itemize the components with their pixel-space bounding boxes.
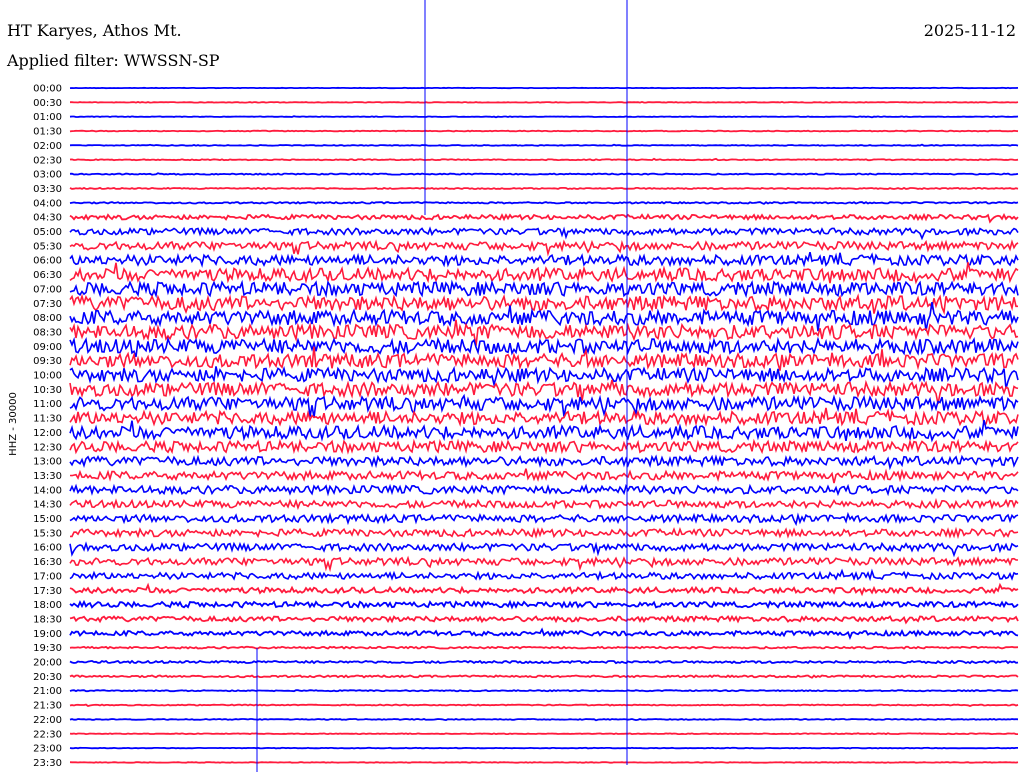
- trace-row-0930: [69, 346, 1019, 371]
- trace-row-2300: [69, 746, 1018, 750]
- tick-label: 13:00: [33, 457, 62, 468]
- helicorder-plot: 00:00 00:30 01:00 01:30 02:00 02:30 03:00 03:30…: [8, 0, 1019, 772]
- tick-label: 08:00: [33, 313, 62, 324]
- trace-row-1230: [69, 438, 1019, 455]
- trace-row-0530: [69, 239, 1019, 257]
- tick-label: 12:30: [33, 442, 62, 453]
- tick-label: 17:30: [33, 586, 62, 597]
- tick-label: 01:30: [33, 127, 62, 138]
- tick-label: 07:30: [33, 299, 62, 310]
- tick-label: 05:00: [33, 227, 62, 238]
- trace-row-0130: [69, 129, 1019, 133]
- trace-row-1900: [69, 627, 1019, 641]
- tick-label: 15:00: [33, 514, 62, 525]
- trace-row-1600: [69, 541, 1019, 558]
- trace-row-0630: [69, 262, 1019, 285]
- trace-row-0230: [69, 157, 1019, 162]
- trace-row-1400: [69, 483, 1019, 497]
- tick-label: 18:30: [33, 614, 62, 625]
- trace-row-1300: [69, 454, 1019, 471]
- trace-row-0030: [70, 100, 1019, 104]
- time-tick-labels: 00:00 00:30 01:00 01:30 02:00 02:30 03:00 03:30…: [33, 84, 62, 769]
- trace-row-0330: [69, 186, 1019, 190]
- tick-label: 10:00: [33, 371, 62, 382]
- tick-label: 22:30: [33, 729, 62, 740]
- trace-row-1800: [69, 599, 1019, 610]
- trace-layer: [69, 0, 1019, 772]
- tick-label: 06:00: [33, 256, 62, 267]
- trace-row-2000: [69, 659, 1019, 665]
- trace-row-1930: [69, 645, 1019, 650]
- trace-row-1430: [69, 497, 1019, 511]
- trace-row-0700: [69, 279, 1019, 299]
- trace-row-2130: [69, 703, 1019, 707]
- tick-label: 04:30: [33, 213, 62, 224]
- tick-label: 13:30: [33, 471, 62, 482]
- tick-label: 04:00: [33, 198, 62, 209]
- tick-label: 12:00: [33, 428, 62, 439]
- tick-label: 21:00: [33, 686, 62, 697]
- tick-label: 17:00: [33, 571, 62, 582]
- trace-row-1730: [69, 582, 1019, 597]
- tick-label: 21:30: [33, 701, 62, 712]
- tick-label: 03:30: [33, 184, 62, 195]
- trace-row-2100: [69, 689, 1019, 693]
- trace-row-1200: [69, 419, 1019, 443]
- tick-label: 00:00: [33, 84, 62, 95]
- trace-row-1830: [69, 614, 1019, 625]
- trace-row-0500: [69, 226, 1019, 241]
- tick-label: 06:30: [33, 270, 62, 281]
- tick-label: 19:00: [33, 629, 62, 640]
- tick-label: 18:00: [33, 600, 62, 611]
- tick-label: 14:30: [33, 500, 62, 511]
- tick-label: 16:30: [33, 557, 62, 568]
- trace-row-1500: [69, 511, 1019, 527]
- tick-label: 03:00: [33, 170, 62, 181]
- y-axis-label: HHZ - 30000: [8, 392, 19, 456]
- tick-label: 23:30: [33, 758, 62, 769]
- trace-row-0400: [69, 201, 1019, 205]
- trace-row-0430: [69, 212, 1019, 224]
- trace-row-1330: [69, 468, 1019, 484]
- tick-label: 09:00: [33, 342, 62, 353]
- trace-row-1130: [69, 407, 1019, 427]
- tick-label: 14:00: [33, 485, 62, 496]
- trace-row-1530: [70, 526, 1019, 540]
- tick-label: 02:00: [33, 141, 62, 152]
- trace-row-2030: [69, 674, 1019, 679]
- trace-row-0600: [69, 252, 1019, 268]
- trace-row-1630: [69, 555, 1019, 573]
- tick-label: 11:30: [33, 414, 62, 425]
- trace-row-2200: [69, 718, 1019, 722]
- trace-row-2230: [69, 732, 1018, 736]
- tick-label: 20:00: [33, 658, 62, 669]
- tick-label: 09:30: [33, 356, 62, 367]
- tick-label: 22:00: [33, 715, 62, 726]
- tick-label: 19:30: [33, 643, 62, 654]
- tick-label: 16:00: [33, 543, 62, 554]
- trace-row-0300: [69, 172, 1019, 176]
- trace-row-0200: [69, 143, 1019, 147]
- tick-label: 05:30: [33, 241, 62, 252]
- trace-row-2330: [69, 761, 1019, 764]
- tick-label: 10:30: [33, 385, 62, 396]
- tick-label: 07:00: [33, 284, 62, 295]
- tick-label: 02:30: [33, 155, 62, 166]
- tick-label: 08:30: [33, 327, 62, 338]
- trace-row-1700: [69, 568, 1019, 582]
- tick-label: 01:00: [33, 112, 62, 123]
- trace-row-0100: [69, 115, 1019, 119]
- tick-label: 00:30: [33, 98, 62, 109]
- tick-label: 11:00: [33, 399, 62, 410]
- tick-label: 20:30: [33, 672, 62, 683]
- tick-label: 15:30: [33, 528, 62, 539]
- tick-label: 23:00: [33, 744, 62, 755]
